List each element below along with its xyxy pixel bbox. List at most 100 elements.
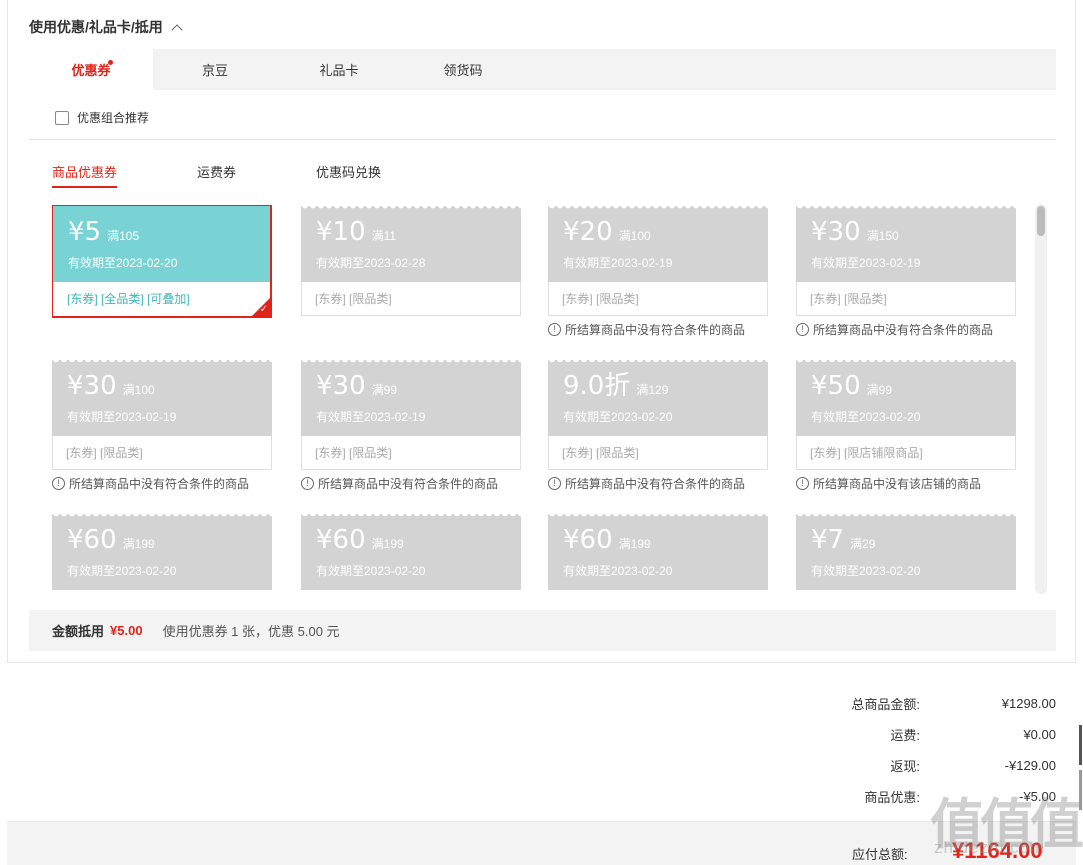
coupon-threshold: 满199 [618,537,651,551]
coupon-note: ! 所结算商品中没有该店铺的商品 [796,475,1016,492]
coupon-tags: [东券] [限品类] [301,282,521,316]
coupon-amount: ¥60 [316,525,366,555]
tab-coupons[interactable]: 优惠券 [29,49,153,90]
coupon-tags: [东券] [限品类] [548,436,768,470]
tab-jingdou[interactable]: 京豆 [153,49,277,90]
coupon-threshold: 满150 [866,229,899,243]
edge-mark [1079,770,1082,810]
tab-label: 优惠券 [71,63,111,78]
coupon-amount: ¥50 [811,371,861,401]
coupon-threshold: 满129 [636,383,669,397]
coupon-card[interactable]: ¥7 满29 有效期至2023-02-20 [796,513,1016,590]
coupon-note: ! 所结算商品中没有符合条件的商品 [301,475,521,492]
coupon-threshold: 满199 [371,537,404,551]
coupon-amount: ¥60 [67,525,117,555]
combo-label: 优惠组合推荐 [77,111,150,125]
edge-mark [1079,725,1082,765]
coupon-expiry: 有效期至2023-02-19 [316,410,426,424]
coupon-card[interactable]: ¥30 满150 有效期至2023-02-19 [东券] [限品类]! 所结算商品中没有… [796,205,1016,338]
summary-amount: ¥5.00 [110,623,143,638]
coupon-amount: ¥30 [67,371,117,401]
coupon-amount: 9.0折 [563,371,631,401]
coupon-amount: ¥5 [68,217,102,247]
coupon-amount: ¥30 [811,217,861,247]
coupon-note: ! 所结算商品中没有符合条件的商品 [548,321,768,338]
coupon-subtabs: 商品优惠券 运费券 优惠码兑换 [52,162,381,188]
check-icon: ✓ [259,304,268,315]
coupon-expiry: 有效期至2023-02-20 [811,410,921,424]
section-header[interactable]: 使用优惠/礼品卡/抵用 [29,17,183,37]
summary-bar: 金额抵用 ¥5.00 使用优惠券 1 张，优惠 5.00 元 [29,610,1056,651]
combo-recommend[interactable]: 优惠组合推荐 [55,109,149,126]
total-row: 运费: ¥0.00 [760,719,1056,750]
coupon-threshold: 满99 [866,383,892,397]
subtab-code-exchange[interactable]: 优惠码兑换 [316,162,381,188]
coupon-threshold: 满29 [850,537,876,551]
coupon-face: ¥30 满99 有效期至2023-02-19 [301,359,521,436]
coupon-value: ¥30 满100 [67,372,272,404]
total-value: ¥1298.00 [1001,696,1056,711]
coupon-value: ¥60 满199 [563,526,768,558]
coupon-card[interactable]: 9.0折 满129 有效期至2023-02-20 [东券] [限品类]! 所结算商品中没… [548,359,768,492]
coupon-card[interactable]: ¥50 满99 有效期至2023-02-20 [东券] [限店铺限商品] ! 所结算商品中… [796,359,1016,492]
subtab-product-coupons[interactable]: 商品优惠券 [52,162,118,188]
footer-bar [7,821,1076,865]
coupon-card[interactable]: ¥60 满199 有效期至2023-02-20 [548,513,768,590]
coupon-threshold: 满99 [371,383,397,397]
coupon-card[interactable]: ¥60 满199 有效期至2023-02-20 [301,513,521,590]
coupon-value: ¥60 满199 [67,526,272,558]
coupon-tags: [东券] [全品类] [可叠加] [53,282,270,316]
chevron-up-icon[interactable] [171,23,183,36]
coupon-value: ¥60 满199 [316,526,521,558]
total-label: 运费: [890,728,920,743]
coupon-value: ¥30 满99 [316,372,521,404]
coupon-grid: ¥5 满105 有效期至2023-02-20 [东券] [全品类] [可叠加] ✓ ¥10… [52,205,1042,593]
total-row: 总商品金额: ¥1298.00 [760,688,1056,719]
coupon-card[interactable]: ¥30 满99 有效期至2023-02-19 [东券] [限品类] ! 所结算商品中没有符… [301,359,521,492]
coupon-note-text: 所结算商品中没有符合条件的商品 [69,477,250,491]
coupon-card[interactable]: ¥5 满105 有效期至2023-02-20 [东券] [全品类] [可叠加] ✓ [52,205,272,318]
coupon-threshold: 满100 [618,229,651,243]
total-value: -¥129.00 [1004,758,1056,773]
info-icon: ! [548,477,561,490]
scroll-thumb[interactable] [1037,206,1045,236]
coupon-face: ¥30 满100 有效期至2023-02-19 [52,359,272,436]
coupon-card[interactable]: ¥60 满199 有效期至2023-02-20 [52,513,272,590]
tab-label: 礼品卡 [319,63,359,78]
coupon-face: 9.0折 满129 有效期至2023-02-20 [548,359,768,436]
coupon-value: ¥30 满150 [811,218,1016,250]
coupon-card[interactable]: ¥20 满100 有效期至2023-02-19 [东券] [限品类]! 所结算商品中没有… [548,205,768,338]
tab-label: 领货码 [443,63,483,78]
discount-tabs: 优惠券 京豆 礼品卡 领货码 [29,49,1056,90]
coupon-threshold: 满100 [122,383,155,397]
subtab-shipping-coupons[interactable]: 运费券 [197,162,236,188]
coupon-expiry: 有效期至2023-02-19 [811,256,921,270]
scrollbar[interactable] [1035,204,1047,594]
total-label: 商品优惠: [864,790,920,805]
coupon-card[interactable]: ¥30 满100 有效期至2023-02-19 [东券] [限品类]! 所结算商品中没有… [52,359,272,492]
coupon-expiry: 有效期至2023-02-20 [68,256,178,270]
coupon-note-text: 所结算商品中没有符合条件的商品 [565,323,746,337]
summary-label: 金额抵用 [52,624,105,639]
coupon-value: ¥50 满99 [811,372,1016,404]
tab-claim-code[interactable]: 领货码 [401,49,525,90]
coupon-amount: ¥20 [563,217,613,247]
coupon-value: ¥5 满105 [68,218,270,250]
coupon-value: ¥7 满29 [811,526,1016,558]
coupon-tags: [东券] [限店铺限商品] [796,436,1016,470]
coupon-amount: ¥10 [316,217,366,247]
coupon-face: ¥10 满11 有效期至2023-02-28 [301,205,521,282]
coupon-tags: [东券] [限品类] [301,436,521,470]
coupon-expiry: 有效期至2023-02-20 [811,564,921,578]
coupon-face: ¥20 满100 有效期至2023-02-19 [548,205,768,282]
coupon-expiry: 有效期至2023-02-20 [316,564,426,578]
combo-checkbox[interactable] [55,110,69,125]
coupon-expiry: 有效期至2023-02-19 [563,256,673,270]
coupon-face: ¥60 满199 有效期至2023-02-20 [52,513,272,590]
coupon-note: ! 所结算商品中没有符合条件的商品 [796,321,1016,338]
coupon-card[interactable]: ¥10 满11 有效期至2023-02-28 [东券] [限品类] [301,205,521,316]
coupon-expiry: 有效期至2023-02-19 [67,410,177,424]
tab-gift-card[interactable]: 礼品卡 [277,49,401,90]
coupon-amount: ¥30 [316,371,366,401]
coupon-note-text: 所结算商品中没有符合条件的商品 [813,323,994,337]
